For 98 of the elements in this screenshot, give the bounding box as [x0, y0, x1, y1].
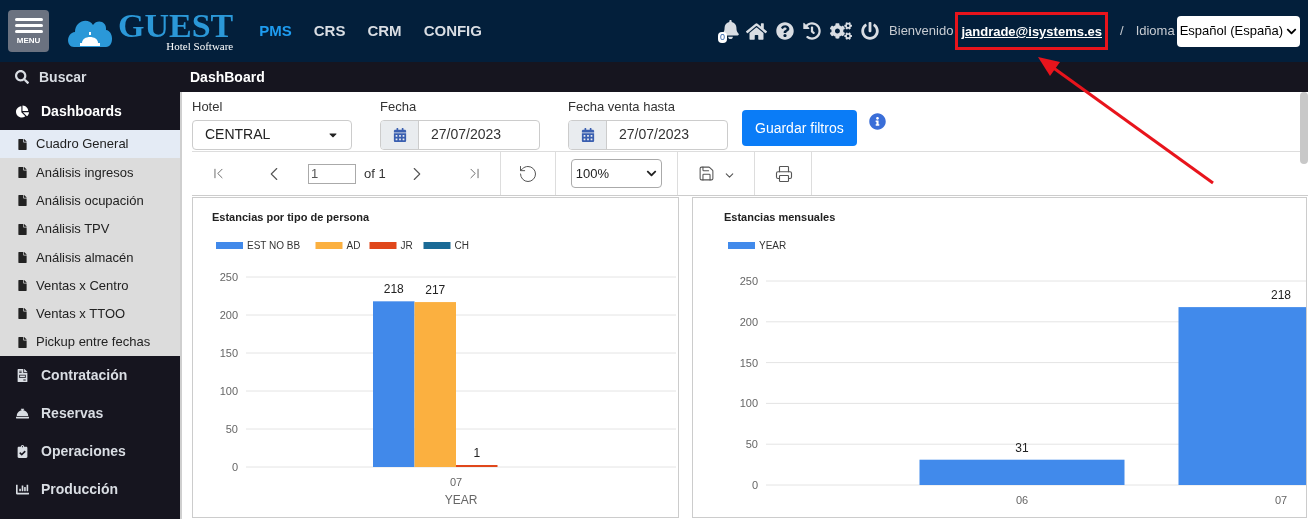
home-icon[interactable]	[746, 20, 768, 42]
notification-badge: 0	[718, 32, 728, 43]
data-label: 1	[473, 446, 481, 460]
file-icon	[17, 308, 28, 320]
language-label: Idioma	[1135, 22, 1175, 41]
legend-label: YEAR	[759, 240, 787, 251]
save-filters-button[interactable]: Guardar filtros	[742, 110, 857, 146]
section-icon	[16, 406, 29, 420]
section-icon	[16, 368, 29, 382]
category-label: 06	[1015, 494, 1029, 506]
refresh-icon[interactable]	[517, 163, 538, 184]
calendar-icon[interactable]	[580, 127, 595, 142]
axis-tick-label: 0	[751, 479, 758, 491]
axis-tick-label: 50	[225, 423, 238, 435]
file-icon	[17, 166, 28, 178]
legend-item: JR	[369, 240, 413, 251]
file-icon	[17, 223, 28, 235]
power-icon[interactable]	[861, 22, 880, 40]
file-icon	[17, 280, 28, 292]
nav-link[interactable]: CRM	[367, 19, 402, 43]
chevron-down-icon[interactable]	[645, 168, 657, 179]
category-label: 07	[449, 476, 463, 488]
axis-tick-label: 200	[219, 309, 238, 321]
settings-icon[interactable]	[830, 20, 853, 42]
logo-title: GUEST	[118, 10, 234, 41]
sidebar-item[interactable]: Análisis almacén	[0, 243, 180, 272]
section-icon	[16, 444, 29, 458]
file-icon	[17, 195, 28, 207]
axis-tick-label: 100	[739, 397, 758, 410]
language-select[interactable]: Español (España)	[1176, 15, 1300, 47]
search-icon[interactable]	[15, 70, 29, 84]
separator-text: /	[1120, 22, 1124, 41]
page-number-field[interactable]: 1	[308, 163, 356, 184]
legend-item: YEAR	[728, 240, 787, 251]
bell-icon[interactable]	[721, 20, 741, 39]
axis-tick-label: 150	[219, 347, 238, 359]
menu-button[interactable]: MENU	[8, 10, 49, 52]
field-label: Fecha	[380, 98, 418, 116]
chart-title: Estancias mensuales	[724, 211, 836, 223]
legend-label: JR	[400, 240, 413, 251]
logo-subtitle: Hotel Software	[166, 40, 234, 52]
sidebar-item[interactable]: Análisis ingresos	[0, 158, 180, 187]
nav-link[interactable]: CRS	[313, 19, 346, 43]
data-label: 218	[383, 282, 404, 297]
axis-title: YEAR	[444, 493, 478, 507]
sidebar-section[interactable]: Producción	[0, 470, 180, 509]
category-label: 07	[1274, 494, 1288, 506]
axis-tick-label: 50	[745, 438, 758, 451]
page-title: DashBoard	[190, 67, 265, 87]
zoom-select[interactable]: 100%	[570, 159, 662, 188]
legend-label: CH	[454, 240, 469, 251]
user-email-link[interactable]: jandrade@isystems.es	[961, 24, 1102, 39]
info-icon[interactable]	[868, 113, 886, 130]
date-field[interactable]: 27/07/2023	[380, 119, 540, 150]
legend-item: CH	[423, 240, 469, 251]
axis-tick-label: 200	[739, 315, 758, 328]
sidebar-item[interactable]: Cuadro General	[0, 130, 180, 159]
sidebar-section[interactable]: Operaciones	[0, 432, 180, 471]
axis-tick-label: 250	[739, 275, 758, 287]
sidebar-item[interactable]: Pickup entre fechas	[0, 328, 180, 357]
legend-item: AD	[315, 240, 361, 251]
section-icon	[16, 104, 29, 118]
sidebar-item[interactable]: Análisis TPV	[0, 214, 180, 244]
sidebar-item[interactable]: Análisis ocupación	[0, 186, 180, 215]
axis-tick-label: 100	[219, 385, 238, 397]
file-icon	[17, 336, 28, 348]
sidebar-item[interactable]: Ventas x TTOO	[0, 299, 180, 329]
print-icon[interactable]	[774, 164, 793, 183]
sidebar-section[interactable]: Contratación	[0, 356, 180, 395]
welcome-text: Bienvenido	[889, 22, 954, 41]
history-icon[interactable]	[803, 22, 822, 40]
legend-label: AD	[346, 240, 361, 251]
field-label: Fecha venta hasta	[568, 98, 676, 116]
sidebar-section[interactable]: Reservas	[0, 394, 180, 433]
file-icon	[17, 251, 28, 263]
data-label: 217	[425, 283, 446, 298]
file-icon	[17, 138, 28, 150]
legend-item: EST NO BB	[216, 240, 301, 251]
legend-label: EST NO BB	[247, 240, 301, 251]
date-field[interactable]: 27/07/2023	[568, 119, 728, 150]
data-label: 31	[1015, 440, 1029, 455]
field-label: Hotel	[192, 98, 224, 116]
axis-tick-label: 150	[739, 356, 758, 369]
chart-title: Estancias por tipo de persona	[212, 211, 370, 223]
save-icon[interactable]	[697, 165, 715, 182]
nav-link[interactable]: CONFIG	[423, 19, 482, 43]
scrollbar[interactable]	[1300, 92, 1308, 164]
search-field[interactable]: Buscar	[0, 66, 180, 88]
sidebar-item[interactable]: Ventas x Centro	[0, 271, 180, 300]
page-total-text: of 1	[364, 164, 386, 183]
calendar-icon[interactable]	[392, 127, 407, 142]
section-icon	[16, 482, 29, 496]
axis-tick-label: 0	[231, 461, 238, 473]
nav-link[interactable]: PMS	[259, 19, 292, 43]
hotel-select[interactable]: CENTRAL	[192, 119, 352, 150]
help-icon[interactable]	[776, 22, 795, 40]
data-label: 218	[1271, 288, 1291, 303]
axis-tick-label: 250	[219, 271, 238, 283]
